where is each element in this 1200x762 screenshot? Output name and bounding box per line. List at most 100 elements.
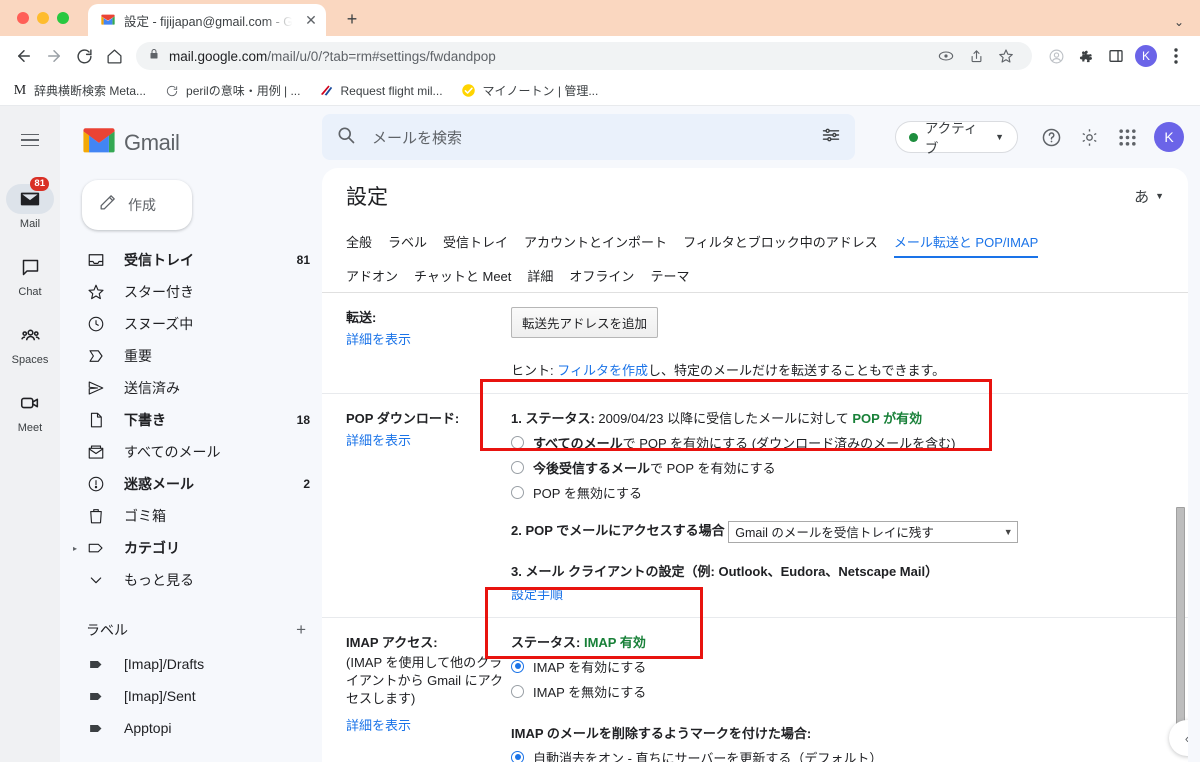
ime-selector[interactable]: あ ▼ xyxy=(1134,186,1164,207)
mail-unread-badge: 81 xyxy=(30,177,49,191)
radio-icon[interactable] xyxy=(511,659,524,673)
browser-profile-avatar[interactable]: K xyxy=(1132,42,1160,70)
browser-menu-icon[interactable] xyxy=(1162,42,1190,70)
tab-forwarding-pop-imap[interactable]: メール転送と POP/IMAP xyxy=(893,232,1039,258)
share-icon[interactable] xyxy=(962,42,990,70)
pop-access-select[interactable]: Gmail のメールを受信トレイに残す ▼ xyxy=(728,520,1019,543)
sidebar-item-trash[interactable]: ゴミ箱 xyxy=(60,500,322,532)
imap-option-disable[interactable]: IMAP を無効にする xyxy=(511,682,1158,701)
sidebar-item-more[interactable]: もっと見る xyxy=(60,564,322,596)
tab-list-chevron-icon[interactable]: ⌄ xyxy=(1174,15,1184,29)
pop-client-step3: 3. メール クライアントの設定（例: Outlook、Eudora、Netsc… xyxy=(511,561,1158,603)
tab-offline[interactable]: オフライン xyxy=(569,266,634,285)
sidebar-label-item[interactable]: Apptopi xyxy=(60,712,322,744)
imap-details-link[interactable]: 詳細を表示 xyxy=(346,715,411,734)
spaces-icon xyxy=(6,320,54,350)
add-label-icon[interactable]: + xyxy=(296,620,306,640)
window-traffic-lights xyxy=(17,12,69,24)
apps-grid-icon[interactable] xyxy=(1110,120,1144,154)
bookmark-item[interactable]: Request flight mil... xyxy=(318,83,443,99)
sidebar-item-spam[interactable]: 迷惑メール 2 xyxy=(60,468,322,500)
bookmark-item[interactable]: perilの意味・用例 | ... xyxy=(164,82,300,99)
sidebar-item-label: スヌーズ中 xyxy=(124,316,194,332)
rail-item-chat[interactable]: Chat xyxy=(2,252,58,298)
close-window-button[interactable] xyxy=(17,12,29,24)
settings-header: 設定 あ ▼ xyxy=(322,168,1188,224)
expand-caret-icon[interactable]: ▸ xyxy=(73,544,77,553)
rail-item-mail[interactable]: 81 Mail xyxy=(2,177,58,230)
sidebar-item-categories[interactable]: ▸ カテゴリ xyxy=(60,532,322,564)
close-tab-icon[interactable]: ✕ xyxy=(302,11,320,29)
side-panel-icon[interactable] xyxy=(1102,42,1130,70)
gear-icon[interactable] xyxy=(1072,120,1106,154)
sidebar-item-important[interactable]: 重要 xyxy=(60,340,322,372)
bookmark-item[interactable]: マイノートン | 管理... xyxy=(461,82,598,99)
minimize-window-button[interactable] xyxy=(37,12,49,24)
compose-button[interactable]: 作成 xyxy=(82,180,192,230)
url-path: /mail/u/0/?tab=rm#settings/fwdandpop xyxy=(267,48,496,64)
gmail-brand[interactable]: Gmail xyxy=(60,118,322,162)
settings-scrollbar[interactable] xyxy=(1176,507,1185,732)
tab-advanced[interactable]: 詳細 xyxy=(527,266,553,285)
sidebar-item-all-mail[interactable]: すべてのメール xyxy=(60,436,322,468)
sidebar-item-snoozed[interactable]: スヌーズ中 xyxy=(60,308,322,340)
bookmark-star-icon[interactable] xyxy=(992,42,1020,70)
forwarding-details-link[interactable]: 詳細を表示 xyxy=(346,332,411,347)
account-avatar[interactable]: K xyxy=(1154,122,1184,152)
tab-accounts-import[interactable]: アカウントとインポート xyxy=(524,232,667,258)
search-options-icon[interactable] xyxy=(821,125,841,150)
main-menu-icon[interactable] xyxy=(12,122,48,158)
pop-details-link[interactable]: 詳細を表示 xyxy=(346,433,411,448)
home-icon[interactable] xyxy=(100,42,128,70)
pop-setup-instructions-link[interactable]: 設定手順 xyxy=(511,587,563,602)
search-input[interactable]: メールを検索 xyxy=(322,114,856,160)
imap-option-enable[interactable]: IMAP を有効にする xyxy=(511,657,1158,676)
radio-icon[interactable] xyxy=(511,436,524,449)
tab-addons[interactable]: アドオン xyxy=(346,266,398,285)
pop-step2-label: 2. POP でメールにアクセスする場合 xyxy=(511,523,725,538)
tab-labels[interactable]: ラベル xyxy=(388,232,427,258)
rail-item-spaces[interactable]: Spaces xyxy=(2,320,58,366)
tracking-protection-icon[interactable] xyxy=(932,42,960,70)
tab-filters-blocked[interactable]: フィルタとブロック中のアドレス xyxy=(683,232,878,258)
sidebar-item-sent[interactable]: 送信済み xyxy=(60,372,322,404)
imap-expunge-on[interactable]: 自動消去をオン - 直ちにサーバーを更新する（デフォルト） xyxy=(511,748,1158,762)
create-filter-link[interactable]: フィルタを作成 xyxy=(557,363,648,378)
sidebar-item-starred[interactable]: スター付き xyxy=(60,276,322,308)
new-tab-button[interactable]: + xyxy=(340,7,364,31)
pop-option-disable[interactable]: POP を無効にする xyxy=(511,483,1158,502)
pop-option-all-mail[interactable]: すべてのメールで POP を有効にする (ダウンロード済みのメールを含む) xyxy=(511,433,1158,452)
forward-icon[interactable] xyxy=(40,42,68,70)
pop-status-label: ステータス: xyxy=(525,411,595,426)
pop-option-future-mail[interactable]: 今後受信するメールで POP を有効にする xyxy=(511,458,1158,477)
help-icon[interactable] xyxy=(1034,120,1068,154)
tab-themes[interactable]: テーマ xyxy=(650,266,689,285)
tab-inbox[interactable]: 受信トレイ xyxy=(443,232,508,258)
back-icon[interactable] xyxy=(10,42,38,70)
sidebar-item-inbox[interactable]: 受信トレイ 81 xyxy=(60,244,322,276)
tab-general[interactable]: 全般 xyxy=(346,232,372,258)
sidebar-item-label: ゴミ箱 xyxy=(124,508,166,524)
rail-item-meet[interactable]: Meet xyxy=(2,388,58,434)
radio-icon[interactable] xyxy=(511,750,524,762)
radio-icon[interactable] xyxy=(511,461,524,474)
radio-icon[interactable] xyxy=(511,684,524,698)
maximize-window-button[interactable] xyxy=(57,12,69,24)
rail-label: Chat xyxy=(18,286,42,298)
address-bar[interactable]: mail.google.com/mail/u/0/?tab=rm#setting… xyxy=(136,42,1032,70)
sidebar-label-item[interactable]: [Imap]/Sent xyxy=(60,680,322,712)
add-forwarding-address-button[interactable]: 転送先アドレスを追加 xyxy=(511,307,659,338)
radio-icon[interactable] xyxy=(511,486,524,499)
status-chip-active[interactable]: アクティブ ▼ xyxy=(895,121,1018,156)
bookmark-label: Request flight mil... xyxy=(340,83,443,98)
tab-chat-meet[interactable]: チャットと Meet xyxy=(414,266,511,285)
gmail-favicon-icon xyxy=(100,12,116,28)
reload-icon[interactable] xyxy=(70,42,98,70)
profile-settings-icon[interactable] xyxy=(1042,42,1070,70)
extensions-puzzle-icon[interactable] xyxy=(1072,42,1100,70)
sidebar-label-item[interactable]: [Imap]/Drafts xyxy=(60,648,322,680)
sidebar-item-drafts[interactable]: 下書き 18 xyxy=(60,404,322,436)
bookmark-item[interactable]: M 辞典横断検索 Meta... xyxy=(12,82,146,99)
bookmarks-bar: M 辞典横断検索 Meta... perilの意味・用例 | ... Reque… xyxy=(0,76,1200,106)
browser-tab-active[interactable]: 設定 - fijijapan@gmail.com - G ✕ xyxy=(88,4,326,36)
